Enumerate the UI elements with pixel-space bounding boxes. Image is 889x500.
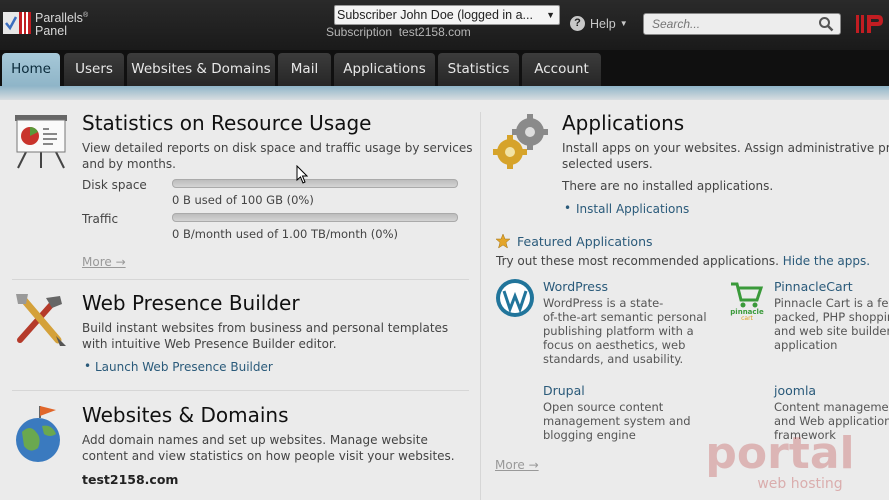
section-divider xyxy=(12,390,469,391)
pinnaclecart-description: Pinnacle Cart is a fea packed, PHP shopp… xyxy=(774,296,889,352)
pinnacle-cart-icon[interactable]: pinnacle cart xyxy=(727,280,767,320)
chevron-down-icon: ▼ xyxy=(619,19,628,28)
watermark-sub-text: web hosting xyxy=(757,476,842,492)
disk-space-label: Disk space xyxy=(82,178,147,192)
bullet: • xyxy=(564,201,572,215)
pinnaclecart-link[interactable]: PinnacleCart xyxy=(774,279,853,294)
bullet: • xyxy=(84,359,92,373)
gears-icon xyxy=(493,114,548,169)
top-header: Parallels® Panel Subscriber John Doe (lo… xyxy=(0,0,889,50)
traffic-label: Traffic xyxy=(82,212,119,226)
disk-space-value: 0 B used of 100 GB (0%) xyxy=(172,193,314,207)
subscription-line: Subscription test2158.com xyxy=(326,25,471,39)
launch-wpb-link[interactable]: Launch Web Presence Builder xyxy=(95,360,273,374)
wordpress-link[interactable]: WordPress xyxy=(543,279,608,294)
install-applications-link[interactable]: Install Applications xyxy=(576,202,689,216)
wd-description: Add domain names and set up websites. Ma… xyxy=(82,433,455,463)
tab-home[interactable]: Home xyxy=(2,53,60,86)
wordpress-icon[interactable] xyxy=(495,278,535,318)
tab-account[interactable]: Account xyxy=(522,53,601,86)
parallels-corner-logo-icon xyxy=(856,15,883,33)
hide-apps-link[interactable]: Hide the apps. xyxy=(783,254,870,268)
wordpress-description: WordPress is a state- of-the-art semanti… xyxy=(543,296,707,366)
apps-more-link[interactable]: More → xyxy=(495,458,539,472)
stats-title[interactable]: Statistics on Resource Usage xyxy=(82,111,371,135)
apps-description: Install apps on your websites. Assign ad… xyxy=(562,141,889,171)
portal-web-hosting-watermark: portal web hosting xyxy=(705,428,854,492)
watermark-main-text: portal xyxy=(705,428,854,479)
traffic-bar xyxy=(172,213,458,222)
drupal-link[interactable]: Drupal xyxy=(543,383,585,398)
wpb-title[interactable]: Web Presence Builder xyxy=(82,291,300,315)
wd-title[interactable]: Websites & Domains xyxy=(82,403,288,427)
parallels-logo-icon[interactable] xyxy=(2,8,32,38)
main-tab-bar: Home Users Websites & Domains Mail Appli… xyxy=(0,50,889,86)
help-icon: ? xyxy=(570,16,585,31)
tab-underline xyxy=(0,86,889,100)
featured-apps-title[interactable]: Featured Applications xyxy=(517,234,653,249)
star-icon xyxy=(495,233,511,249)
wpb-description: Build instant websites from business and… xyxy=(82,321,449,351)
stats-more-link[interactable]: More → xyxy=(82,255,126,269)
drupal-description: Open source content management system an… xyxy=(543,400,691,442)
tab-mail[interactable]: Mail xyxy=(278,53,331,86)
chevron-down-icon: ▼ xyxy=(546,10,555,20)
subscriber-select[interactable]: Subscriber John Doe (logged in a... ▼ xyxy=(334,5,560,25)
disk-space-bar xyxy=(172,179,458,188)
presentation-board-icon xyxy=(15,115,67,169)
subscription-domain[interactable]: test2158.com xyxy=(82,472,178,487)
stats-description: View detailed reports on disk space and … xyxy=(82,141,473,171)
search-input[interactable] xyxy=(643,13,841,35)
tab-websites-domains[interactable]: Websites & Domains xyxy=(127,53,275,86)
joomla-link[interactable]: joomla xyxy=(774,383,816,398)
svg-text:cart: cart xyxy=(741,315,753,320)
tools-icon xyxy=(16,294,66,346)
search-icon[interactable] xyxy=(818,16,834,32)
globe-flag-icon xyxy=(16,406,60,462)
cursor-icon xyxy=(296,165,308,184)
apps-title[interactable]: Applications xyxy=(562,111,684,135)
no-apps-text: There are no installed applications. xyxy=(562,179,774,193)
tab-users[interactable]: Users xyxy=(64,53,124,86)
logo-text[interactable]: Parallels® Panel xyxy=(35,9,88,38)
traffic-value: 0 B/month used of 1.00 TB/month (0%) xyxy=(172,227,399,241)
tab-statistics[interactable]: Statistics xyxy=(438,53,519,86)
tab-applications[interactable]: Applications xyxy=(334,53,435,86)
column-divider xyxy=(480,112,481,500)
section-divider xyxy=(12,279,469,280)
featured-apps-description: Try out these most recommended applicati… xyxy=(496,254,871,268)
help-menu[interactable]: ? Help ▼ xyxy=(570,16,628,31)
